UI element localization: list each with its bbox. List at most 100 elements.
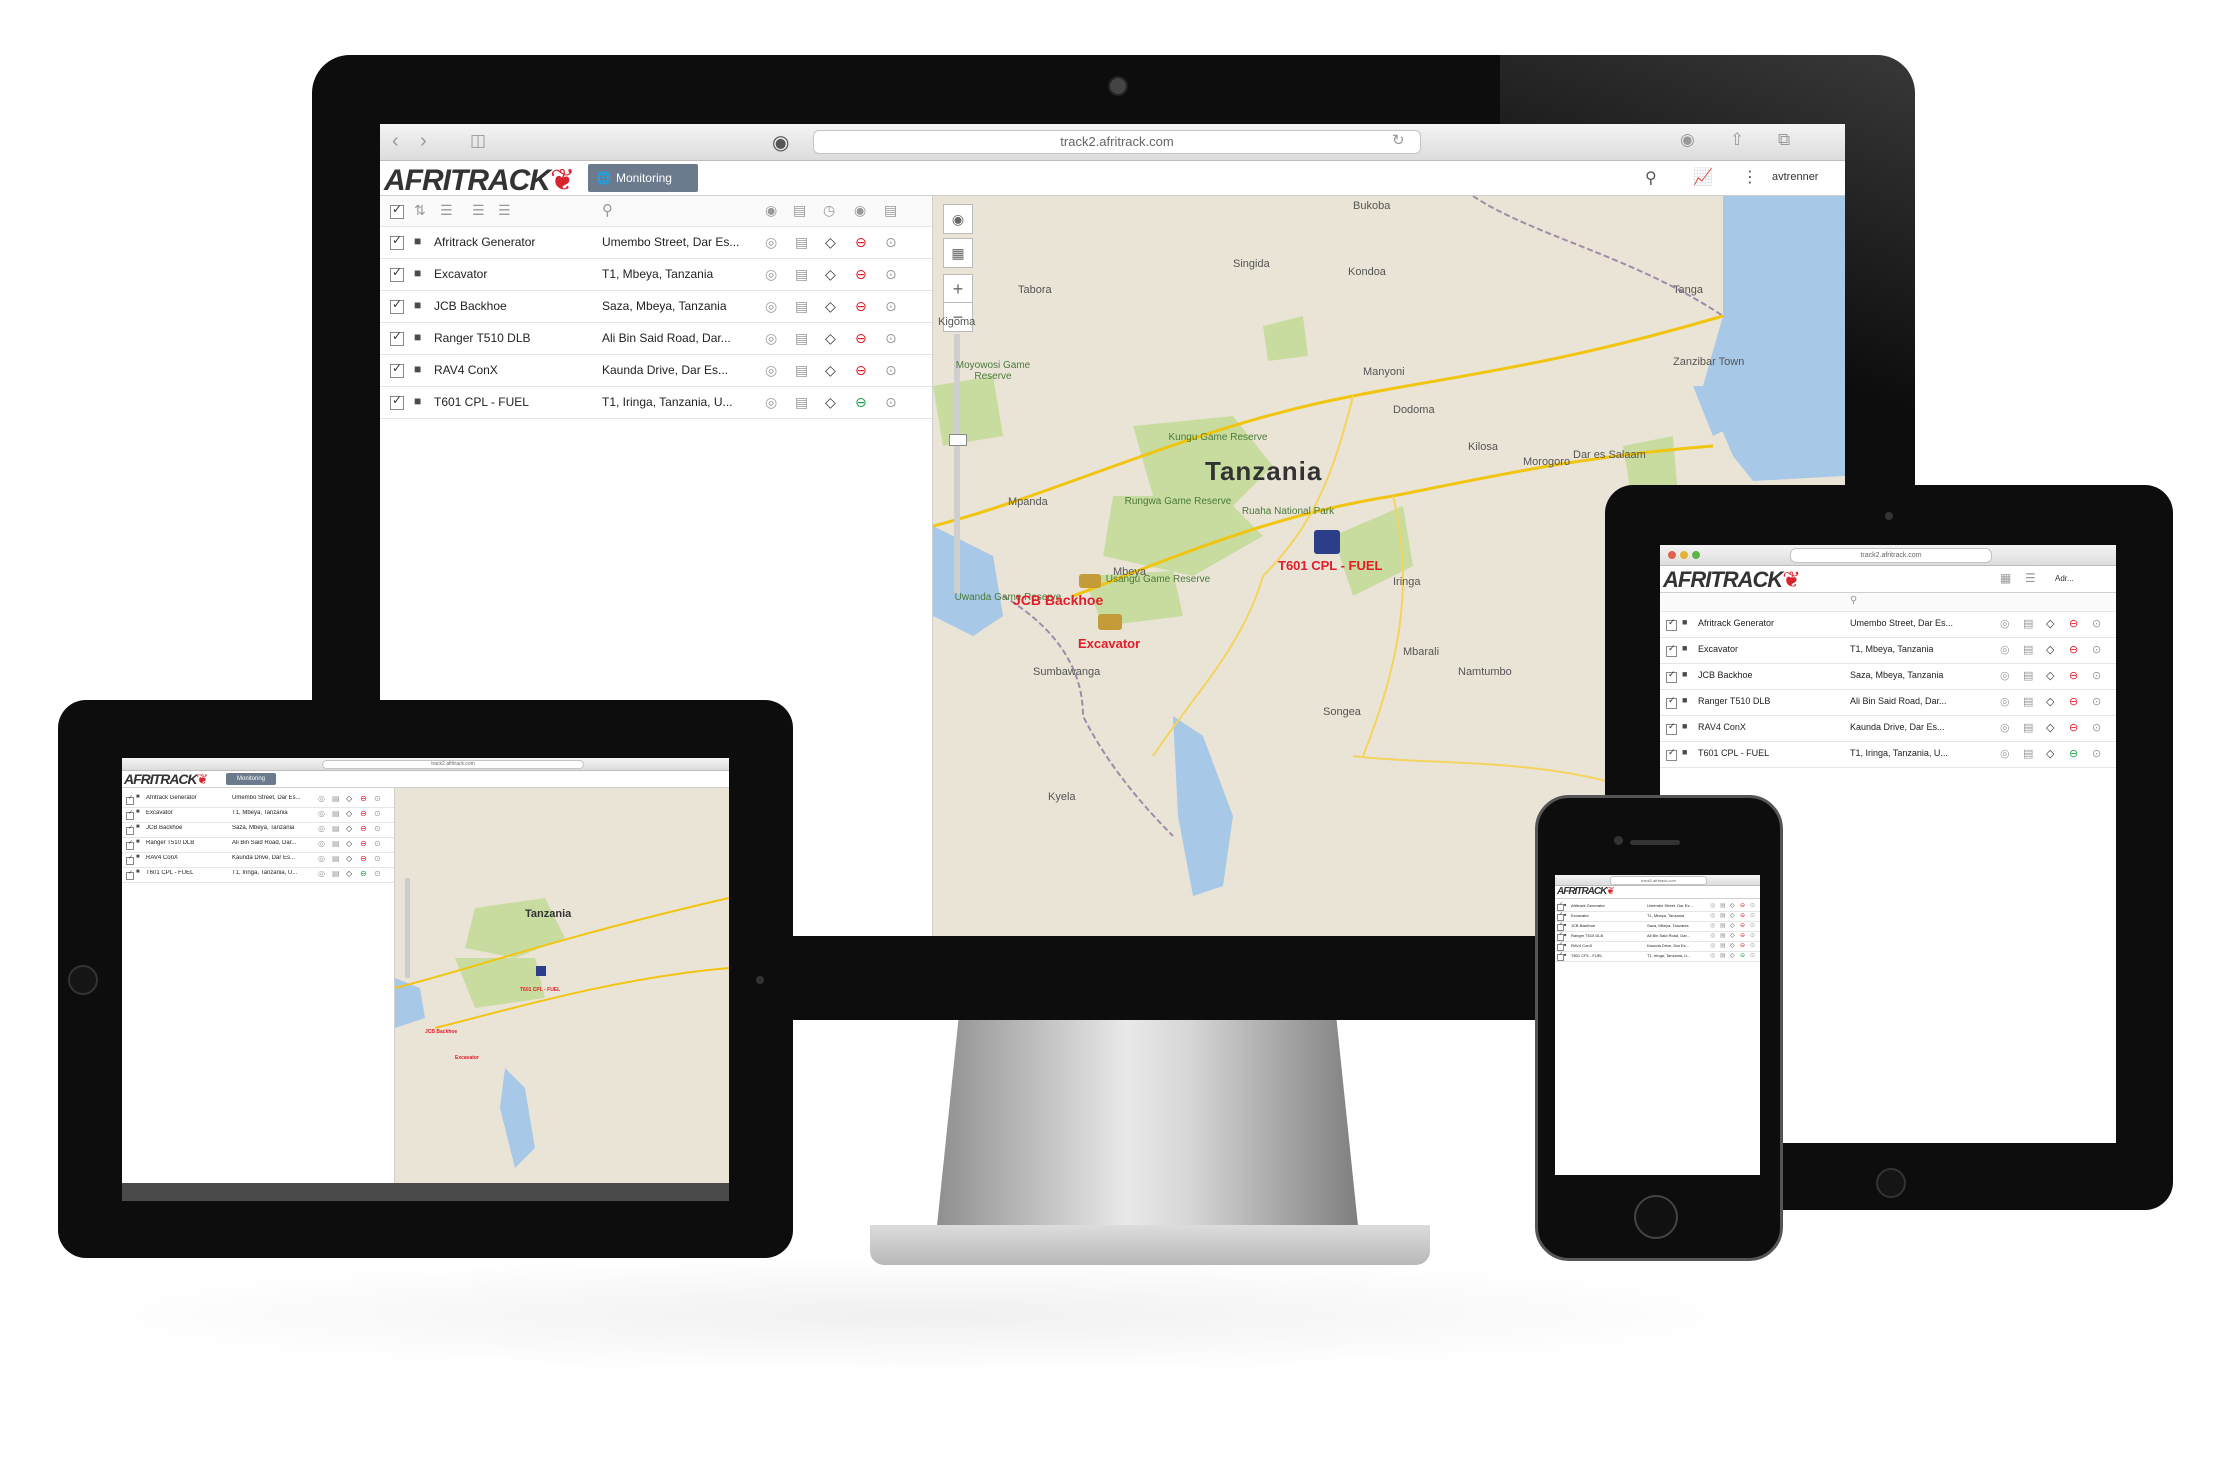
connection-icon[interactable]: ◎ <box>318 824 325 833</box>
locate-icon[interactable]: ◇ <box>1730 942 1735 949</box>
zoom-slider[interactable] <box>405 878 410 978</box>
locate-icon[interactable]: ◇ <box>1730 952 1735 959</box>
speed-icon[interactable]: ▤ <box>332 854 340 863</box>
afritrack-logo[interactable]: AFRITRACK❦ <box>1557 886 1615 897</box>
menu-icon[interactable]: ⊙ <box>885 298 897 315</box>
unit-checkbox[interactable] <box>390 265 404 282</box>
unit-row[interactable]: ■ Ranger T510 DLB Ali Bin Said Road, Dar..… <box>122 837 394 853</box>
unit-address[interactable]: Ali Bin Said Road, Dar... <box>1850 696 1990 706</box>
more-icon[interactable]: ⋮ <box>1742 167 1758 187</box>
unit-checkbox[interactable] <box>390 393 404 410</box>
unit-checkbox[interactable] <box>1557 921 1564 931</box>
connection-icon[interactable]: ◎ <box>2000 721 2010 734</box>
unit-row[interactable]: ■ Ranger T510 DLB Ali Bin Said Road, Dar..… <box>380 322 932 355</box>
unit-checkbox[interactable] <box>1666 747 1677 761</box>
status-icon[interactable]: ⊖ <box>2069 643 2078 656</box>
unit-address[interactable]: T1, Iringa, Tanzania, U... <box>1647 953 1707 958</box>
connection-icon[interactable]: ◎ <box>1710 912 1715 919</box>
status-icon[interactable]: ⊖ <box>855 362 867 379</box>
unit-row[interactable]: ■ T601 CPL - FUEL T1, Iringa, Tanzania, U.… <box>1660 741 2116 768</box>
speed-icon[interactable]: ▤ <box>1720 922 1726 929</box>
back-icon[interactable]: ‹ <box>392 130 399 153</box>
locate-icon[interactable]: ◇ <box>2046 669 2054 682</box>
speed-icon[interactable]: ▤ <box>2023 721 2033 734</box>
unit-address[interactable]: T1, Iringa, Tanzania, U... <box>1850 748 1990 758</box>
unit-row[interactable]: ■ JCB Backhoe Saza, Mbeya, Tanzania ◎ ▤ ◇ ⊖ ⊙ <box>380 290 932 323</box>
unit-address[interactable]: Umembo Street, Dar Es... <box>232 795 312 801</box>
unit-row[interactable]: ■ Afritrack Generator Umembo Street, Dar E… <box>380 226 932 259</box>
unit-checkbox[interactable] <box>126 839 134 850</box>
menu-icon[interactable]: ⊙ <box>885 234 897 251</box>
unit-checkbox[interactable] <box>1557 911 1564 921</box>
street-view-button[interactable]: ◉ <box>943 204 973 234</box>
unit-row[interactable]: ■ Excavator T1, Mbeya, Tanzania ◎ ▤ ◇ ⊖ ⊙ <box>122 807 394 823</box>
speed-icon[interactable]: ▤ <box>332 809 340 818</box>
status-icon[interactable]: ⊖ <box>360 809 367 818</box>
tab-monitoring[interactable]: Monitoring <box>226 773 276 785</box>
locate-icon[interactable]: ◇ <box>825 362 836 379</box>
unit-address[interactable]: Saza, Mbeya, Tanzania <box>602 299 752 313</box>
afritrack-logo[interactable]: AFRITRACK❦ <box>1663 567 1801 593</box>
status-icon[interactable]: ⊖ <box>360 824 367 833</box>
locate-icon[interactable]: ◇ <box>2046 617 2054 630</box>
download-icon[interactable]: ◉ <box>1680 130 1695 150</box>
status-icon[interactable]: ⊖ <box>1740 922 1745 929</box>
unit-checkbox[interactable] <box>390 329 404 346</box>
unit-row[interactable]: ■ Excavator T1, Mbeya, Tanzania ◎ ▤ ◇ ⊖ ⊙ <box>1660 637 2116 664</box>
zoom-in-button[interactable]: + <box>943 274 973 304</box>
locate-icon[interactable]: ◇ <box>1730 922 1735 929</box>
status-icon[interactable]: ⊖ <box>360 839 367 848</box>
unit-address[interactable]: Ali Bin Said Road, Dar... <box>1647 933 1707 938</box>
url-bar[interactable]: track2.afritrack.com <box>813 130 1421 154</box>
menu-icon[interactable]: ⊙ <box>374 794 381 803</box>
home-button[interactable] <box>68 965 98 995</box>
unit-checkbox[interactable] <box>390 361 404 378</box>
status-icon[interactable]: ⊖ <box>2069 617 2078 630</box>
locate-icon[interactable]: ◇ <box>825 394 836 411</box>
menu-icon[interactable]: ⊙ <box>885 330 897 347</box>
close-window-icon[interactable] <box>1668 551 1676 559</box>
speed-icon[interactable]: ▤ <box>795 362 808 379</box>
connection-icon[interactable]: ◎ <box>765 266 777 283</box>
status-icon[interactable]: ⊖ <box>855 234 867 251</box>
menu-icon[interactable]: ☰ <box>2025 571 2036 585</box>
connection-icon[interactable]: ◎ <box>1710 902 1715 909</box>
home-button[interactable] <box>1634 1195 1678 1239</box>
status-icon[interactable]: ⊖ <box>1740 912 1745 919</box>
unit-row[interactable]: ■ Afritrack Generator Umembo Street, Dar E… <box>1660 611 2116 638</box>
unit-checkbox[interactable] <box>126 854 134 865</box>
unit-row[interactable]: ■ Afritrack Generator Umembo Street, Dar E… <box>122 792 394 808</box>
connection-icon[interactable]: ◎ <box>765 234 777 251</box>
menu-icon[interactable]: ⊙ <box>2092 669 2101 682</box>
speed-icon[interactable]: ▤ <box>1720 912 1726 919</box>
connection-icon[interactable]: ◎ <box>765 298 777 315</box>
speed-icon[interactable]: ▤ <box>332 824 340 833</box>
status-icon[interactable]: ⊖ <box>855 266 867 283</box>
status-icon[interactable]: ⊖ <box>1740 942 1745 949</box>
share-icon[interactable]: ⇧ <box>1730 130 1744 150</box>
unit-address[interactable]: Ali Bin Said Road, Dar... <box>232 840 312 846</box>
tabs-icon[interactable]: ⧉ <box>1778 130 1790 150</box>
connection-icon[interactable]: ◎ <box>2000 617 2010 630</box>
speed-icon[interactable]: ▤ <box>1720 942 1726 949</box>
chart-icon[interactable]: 📈 <box>1693 167 1713 187</box>
status-icon[interactable]: ⊖ <box>2069 721 2078 734</box>
unit-address[interactable]: Kaunda Drive, Dar Es... <box>1850 722 1990 732</box>
menu-icon[interactable]: ⊙ <box>1750 922 1755 929</box>
home-button[interactable] <box>1876 1168 1906 1198</box>
layers-button[interactable]: ▦ <box>943 238 973 268</box>
locate-icon[interactable]: ◇ <box>346 854 352 863</box>
connection-icon[interactable]: ◎ <box>318 854 325 863</box>
menu-icon[interactable]: ⊙ <box>374 809 381 818</box>
minimize-window-icon[interactable] <box>1680 551 1688 559</box>
unit-row[interactable]: ■ Ranger T510 DLB Ali Bin Said Road, Dar..… <box>1660 689 2116 716</box>
unit-checkbox[interactable] <box>390 297 404 314</box>
url-bar[interactable]: track2.afritrack.com <box>1610 876 1707 885</box>
status-icon[interactable]: ⊖ <box>1740 932 1745 939</box>
filter-icon[interactable]: ☰ <box>472 202 485 219</box>
sort-alpha-icon[interactable]: ⇅ <box>414 202 426 219</box>
marker-t601[interactable]: T601 CPL - FUEL <box>520 966 560 996</box>
unit-address[interactable]: Saza, Mbeya, Tanzania <box>232 825 312 831</box>
locate-icon[interactable]: ◇ <box>346 809 352 818</box>
menu-icon[interactable]: ⊙ <box>2092 617 2101 630</box>
